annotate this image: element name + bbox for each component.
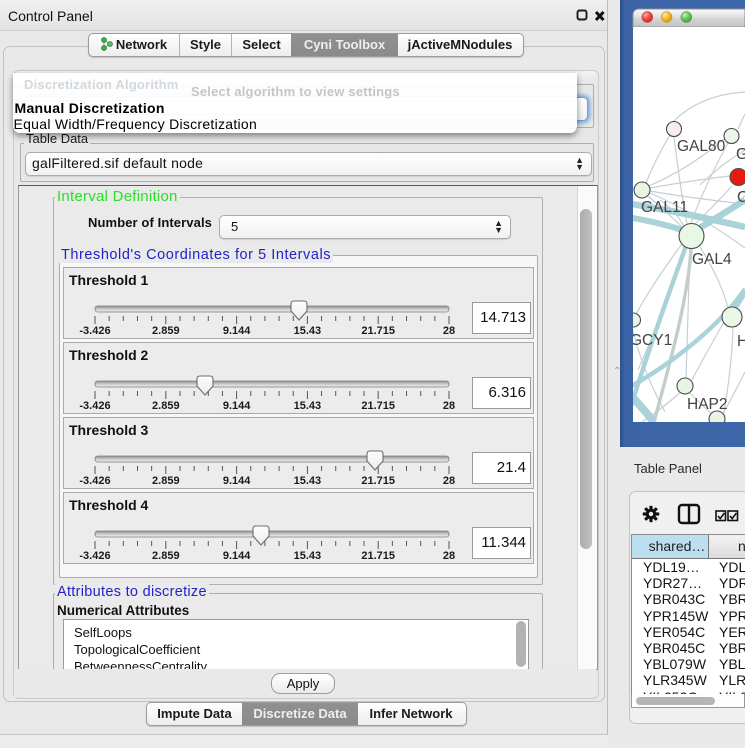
svg-text:GAL4: GAL4 — [692, 251, 732, 268]
svg-text:28: 28 — [443, 475, 455, 487]
svg-text:HAP2: HAP2 — [687, 396, 728, 413]
svg-text:15.43: 15.43 — [294, 475, 322, 487]
svg-text:C: C — [737, 189, 745, 206]
svg-text:21.715: 21.715 — [361, 475, 395, 487]
svg-text:GA: GA — [736, 146, 745, 163]
svg-text:9.144: 9.144 — [223, 550, 251, 562]
svg-text:2.859: 2.859 — [152, 400, 180, 412]
svg-text:15.43: 15.43 — [294, 325, 322, 337]
svg-text:9.144: 9.144 — [223, 475, 251, 487]
svg-text:28: 28 — [443, 550, 455, 562]
svg-text:9.144: 9.144 — [223, 325, 251, 337]
svg-text:2.859: 2.859 — [152, 550, 180, 562]
svg-text:21.715: 21.715 — [361, 400, 395, 412]
svg-text:GAL11: GAL11 — [641, 199, 688, 216]
svg-text:21.715: 21.715 — [361, 550, 395, 562]
svg-text:28: 28 — [443, 400, 455, 412]
svg-text:GCY1: GCY1 — [630, 332, 672, 349]
svg-text:2.859: 2.859 — [152, 475, 180, 487]
svg-text:21.715: 21.715 — [361, 325, 395, 337]
svg-text:H: H — [737, 333, 745, 350]
svg-text:2.859: 2.859 — [152, 325, 180, 337]
svg-text:GAL80: GAL80 — [677, 138, 726, 155]
svg-text:-3.426: -3.426 — [79, 400, 110, 412]
svg-text:9.144: 9.144 — [223, 400, 251, 412]
svg-text:28: 28 — [443, 325, 455, 337]
svg-text:-3.426: -3.426 — [79, 475, 110, 487]
svg-text:-3.426: -3.426 — [79, 325, 110, 337]
svg-text:15.43: 15.43 — [294, 550, 322, 562]
svg-text:15.43: 15.43 — [294, 400, 322, 412]
svg-text:-3.426: -3.426 — [79, 550, 110, 562]
